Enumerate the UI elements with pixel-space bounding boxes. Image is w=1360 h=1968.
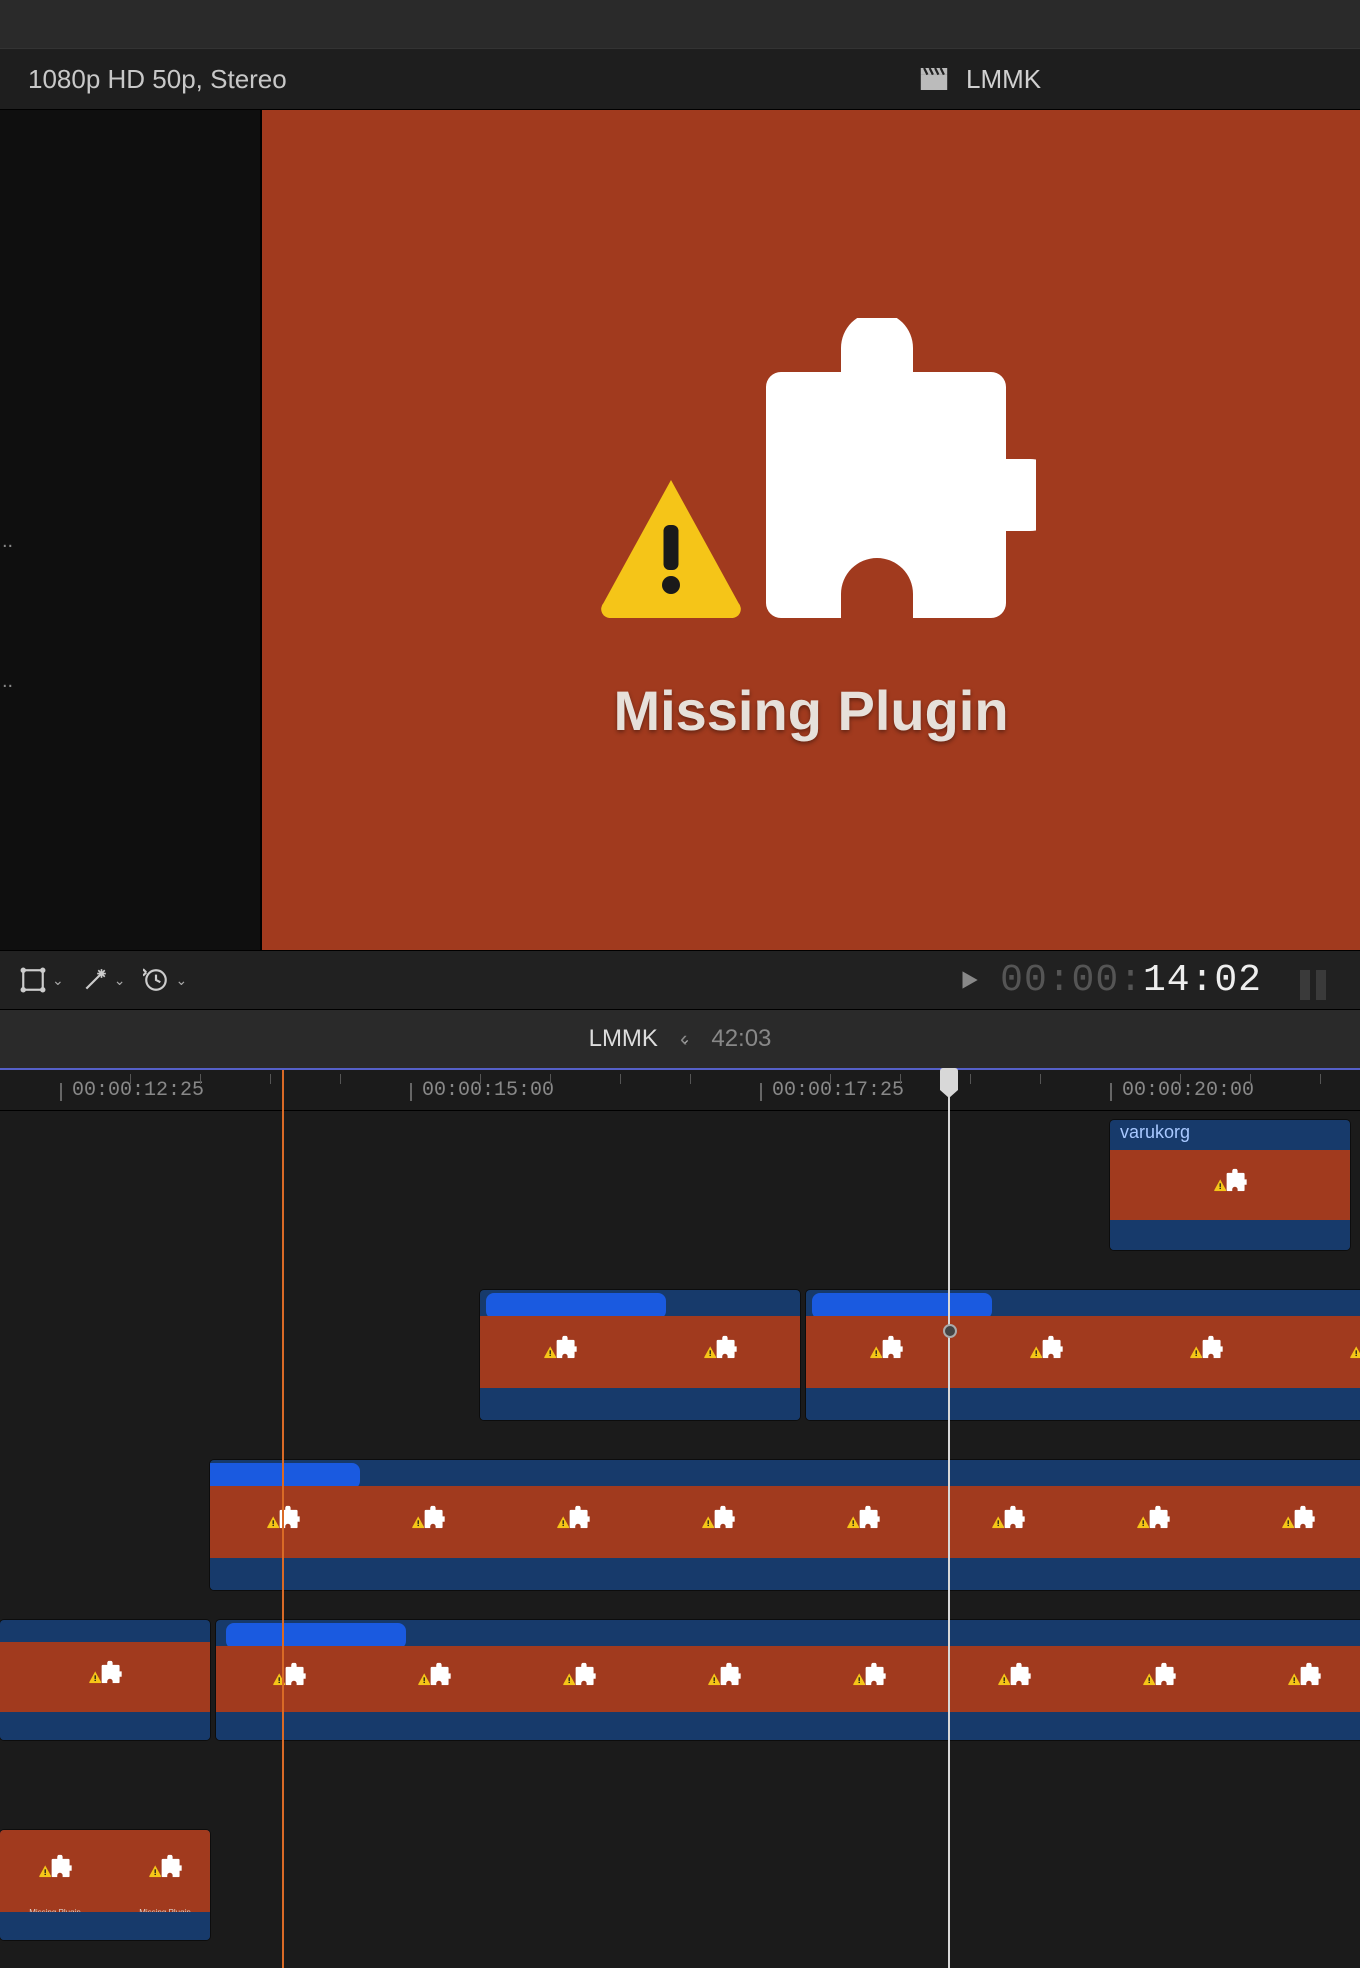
edit-point-marker[interactable]: [943, 1324, 957, 1338]
timeline-header: ‹ LMMK ⌄ 42:03: [0, 1009, 1360, 1068]
timeline-clip[interactable]: Missing PluginMissing Plugin: [0, 1830, 210, 1940]
missing-plugin-graphic: [1189, 1335, 1223, 1357]
wand-icon: [82, 967, 108, 993]
enhance-tool-button[interactable]: ⌄: [82, 967, 126, 993]
timecode-display[interactable]: 00:00:14:02: [1000, 959, 1262, 1002]
missing-plugin-graphic: [701, 1505, 735, 1527]
timeline-project-name[interactable]: LMMK: [589, 1025, 658, 1053]
missing-plugin-graphic: [272, 1662, 306, 1684]
missing-plugin-graphic: [991, 1505, 1025, 1527]
clip-thumbnails: Missing PluginMissing PluginMissing Plug…: [806, 1316, 1360, 1388]
missing-plugin-graphic: [1213, 1168, 1247, 1190]
timeline-clip[interactable]: Missing PluginMissing PluginMissing Plug…: [806, 1290, 1360, 1420]
warning-icon: [586, 468, 756, 618]
puzzle-icon: [736, 318, 1036, 618]
missing-plugin-graphic: [586, 318, 1036, 618]
missing-plugin-graphic: [1029, 1335, 1063, 1357]
play-button[interactable]: [956, 967, 982, 993]
timeline-ruler[interactable]: 00:00:12:25 00:00:15:00 00:00:17:25 00:00:2…: [0, 1070, 1360, 1111]
missing-plugin-graphic: [556, 1505, 590, 1527]
clip-thumbnails: Missing PluginMissing PluginMissing Plug…: [480, 1316, 800, 1388]
missing-plugin-graphic: [88, 1660, 122, 1682]
clip-audio-lane[interactable]: [1110, 1220, 1350, 1250]
ruler-mark[interactable]: 00:00:12:25: [60, 1070, 204, 1110]
ruler-label: 00:00:15:00: [422, 1079, 554, 1102]
missing-plugin-graphic: [148, 1854, 182, 1876]
viewer-left-gutter: .. ..: [0, 110, 260, 950]
timeline-clip[interactable]: varukorgMissing PluginMissing Plugin: [1110, 1120, 1350, 1250]
project-name: LMMK: [966, 64, 1041, 95]
clip-thumbnails: Missing PluginMissing PluginMissing Plug…: [210, 1486, 1360, 1558]
ruler-label: 00:00:12:25: [72, 1079, 204, 1102]
missing-plugin-graphic: [846, 1505, 880, 1527]
retime-tool-button[interactable]: ⌄: [143, 967, 187, 993]
transform-tool-button[interactable]: ⌄: [20, 967, 64, 993]
clip-thumbnails: Missing PluginMissing Plugin: [0, 1830, 210, 1912]
transport-bar: ⌄ ⌄ ⌄ 00:00:14:02: [0, 950, 1360, 1009]
ruler-label: 00:00:17:25: [772, 1079, 904, 1102]
viewer-canvas[interactable]: Missing Plugin: [260, 110, 1360, 950]
clip-audio-lane[interactable]: [806, 1388, 1360, 1420]
missing-plugin-graphic: [417, 1662, 451, 1684]
timeline-clip[interactable]: Missing PluginMissing PluginMissing Plug…: [216, 1620, 1360, 1740]
viewer-info-bar: 1080p HD 50p, Stereo LMMK: [0, 48, 1360, 110]
clip-title: varukorg: [1110, 1120, 1350, 1150]
app-titlebar: [0, 0, 1360, 48]
ellipsis-icon: ..: [2, 530, 13, 553]
audio-meters[interactable]: [1300, 960, 1340, 1000]
clip-audio-lane[interactable]: [480, 1388, 800, 1420]
missing-plugin-graphic: [1136, 1505, 1170, 1527]
chevron-down-icon: ⌄: [52, 972, 64, 989]
missing-plugin-graphic: [869, 1335, 903, 1357]
timeline-tracks[interactable]: varukorgMissing PluginMissing PluginMiss…: [0, 1110, 1360, 1968]
timeline-back-button[interactable]: ‹: [680, 1026, 687, 1052]
missing-plugin-label: Missing Plugin: [613, 678, 1008, 743]
clip-thumbnails: Missing PluginMissing Plugin: [0, 1642, 210, 1712]
clip-thumbnails: Missing PluginMissing Plugin: [1110, 1150, 1350, 1220]
chevron-down-icon: ⌄: [175, 972, 187, 989]
timeline-clip[interactable]: Missing PluginMissing PluginMissing Plug…: [480, 1290, 800, 1420]
missing-plugin-graphic: [997, 1662, 1031, 1684]
missing-plugin-graphic: [1142, 1662, 1176, 1684]
missing-plugin-graphic: [1281, 1505, 1315, 1527]
timecode-prefix: 00:00:: [1000, 959, 1143, 1002]
missing-plugin-graphic: [1349, 1335, 1360, 1357]
ellipsis-icon: ..: [2, 670, 13, 693]
missing-plugin-graphic: [38, 1854, 72, 1876]
timeline-duration: 42:03: [711, 1025, 771, 1053]
timecode-value: 14:02: [1143, 959, 1262, 1002]
ruler-mark[interactable]: 00:00:15:00: [410, 1070, 554, 1110]
clip-thumbnails: Missing PluginMissing PluginMissing Plug…: [216, 1646, 1360, 1712]
clip-audio-lane[interactable]: [216, 1712, 1360, 1740]
transform-icon: [20, 967, 46, 993]
missing-plugin-graphic: [707, 1662, 741, 1684]
clip-audio-lane[interactable]: [0, 1912, 210, 1940]
missing-plugin-graphic: [703, 1335, 737, 1357]
missing-plugin-graphic: [562, 1662, 596, 1684]
chevron-down-icon: ⌄: [114, 972, 126, 989]
retime-icon: [143, 967, 169, 993]
missing-plugin-graphic: [1287, 1662, 1321, 1684]
missing-plugin-graphic: [852, 1662, 886, 1684]
clip-audio-lane[interactable]: [0, 1712, 210, 1740]
ruler-mark[interactable]: 00:00:20:00: [1110, 1070, 1254, 1110]
missing-plugin-graphic: [411, 1505, 445, 1527]
playhead[interactable]: [948, 1070, 950, 1968]
format-label: 1080p HD 50p, Stereo: [0, 64, 287, 95]
project-indicator[interactable]: LMMK: [920, 64, 1041, 95]
timeline[interactable]: 00:00:12:25 00:00:15:00 00:00:17:25 00:00:2…: [0, 1068, 1360, 1968]
skimmer[interactable]: [282, 1070, 284, 1968]
clapper-icon: [920, 68, 948, 90]
viewer-panel: .. .. Missing Plugin: [0, 110, 1360, 950]
ruler-mark[interactable]: 00:00:17:25: [760, 1070, 904, 1110]
missing-plugin-graphic: [543, 1335, 577, 1357]
clip-audio-lane[interactable]: [210, 1558, 1360, 1590]
timeline-clip[interactable]: Missing PluginMissing PluginMissing Plug…: [210, 1460, 1360, 1590]
ruler-label: 00:00:20:00: [1122, 1079, 1254, 1102]
timeline-clip[interactable]: Missing PluginMissing Plugin: [0, 1620, 210, 1740]
playhead-knob[interactable]: [940, 1068, 958, 1090]
